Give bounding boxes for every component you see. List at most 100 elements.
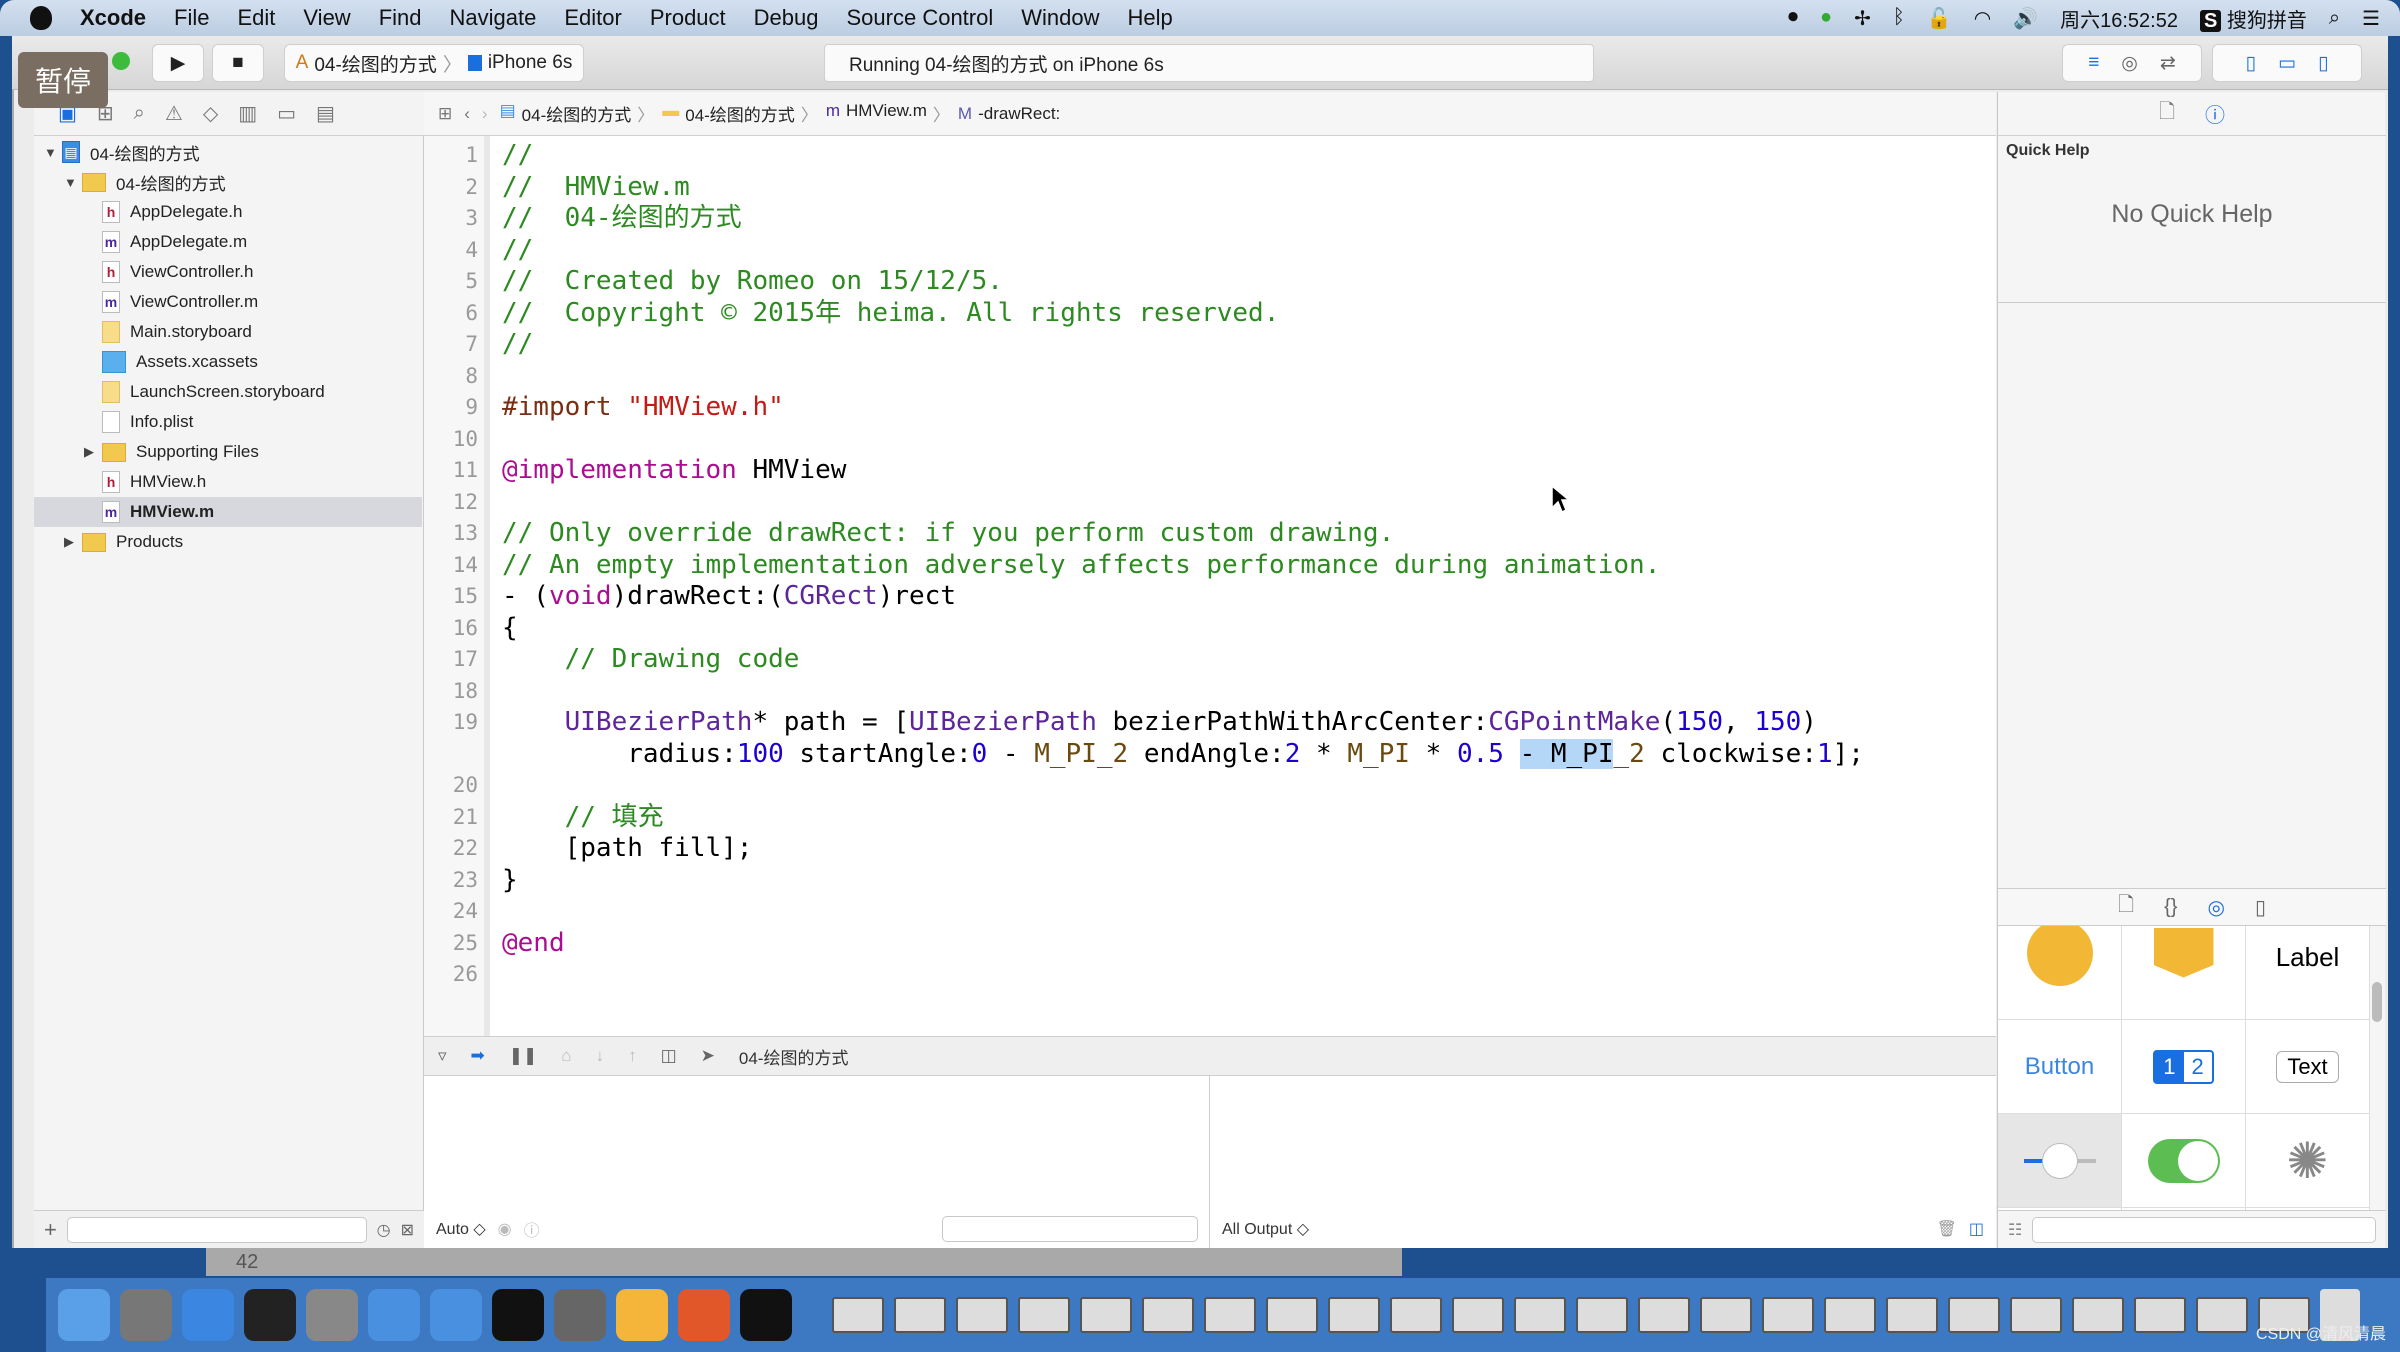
menu-find[interactable]: Find — [365, 5, 436, 31]
menu-edit[interactable]: Edit — [223, 5, 289, 31]
menu-view[interactable]: View — [289, 5, 364, 31]
add-icon[interactable]: + — [44, 1217, 57, 1243]
test-navigator-icon[interactable]: ◇ — [203, 101, 218, 126]
navigator-item[interactable]: Info.plist — [34, 407, 422, 437]
powerpoint-icon[interactable] — [678, 1289, 730, 1341]
minimized-window-thumbnail[interactable] — [1390, 1297, 1442, 1333]
breadcrumb-item[interactable]: M -drawRect: — [958, 104, 1060, 124]
segmented-control-object[interactable]: 12 — [2122, 1020, 2246, 1114]
zoom-window-button[interactable] — [112, 52, 130, 70]
variables-scope-select[interactable]: Auto ◇ — [436, 1219, 486, 1239]
run-button[interactable]: ▶ — [152, 44, 204, 82]
xcode-icon[interactable] — [368, 1289, 420, 1341]
lock-icon[interactable]: 🔓 — [1927, 6, 1952, 31]
menu-window[interactable]: Window — [1007, 5, 1113, 31]
menu-navigate[interactable]: Navigate — [436, 5, 551, 31]
switch-object[interactable] — [2122, 1114, 2246, 1208]
forward-button[interactable]: › — [482, 104, 488, 124]
disclosure-triangle-icon[interactable]: ▶ — [84, 444, 102, 460]
step-out-icon[interactable]: ↑ — [628, 1046, 637, 1066]
minimized-window-thumbnail[interactable] — [1638, 1297, 1690, 1333]
disclosure-triangle-icon[interactable]: ▼ — [64, 175, 82, 190]
simulate-location-icon[interactable]: ➤ — [701, 1046, 715, 1066]
menu-debug[interactable]: Debug — [740, 5, 833, 31]
trash-icon[interactable]: 🗑 — [1937, 1219, 1957, 1239]
navigator-filter-input[interactable] — [66, 1216, 367, 1243]
label-object[interactable]: Label — [2246, 926, 2370, 1020]
finder-icon[interactable] — [58, 1289, 110, 1341]
recent-files-icon[interactable]: ◷ — [377, 1220, 391, 1240]
back-button[interactable]: ‹ — [464, 104, 470, 124]
variables-filter-input[interactable] — [942, 1216, 1198, 1242]
screen-record-icon[interactable]: ⏺ — [1788, 6, 1798, 31]
minimized-window-thumbnail[interactable] — [1824, 1297, 1876, 1333]
console-output-select[interactable]: All Output ◇ — [1222, 1219, 1309, 1239]
quick-help-icon[interactable]: ⓘ — [2205, 99, 2225, 128]
view-debugger-icon[interactable]: ◫ — [661, 1046, 677, 1066]
disclosure-triangle-icon[interactable]: ▶ — [64, 534, 82, 550]
breakpoint-navigator-icon[interactable]: ▭ — [277, 101, 296, 126]
breadcrumb-item[interactable]: m HMView.m 〉 — [826, 101, 950, 126]
minimized-window-thumbnail[interactable] — [1018, 1297, 1070, 1333]
menu-help[interactable]: Help — [1114, 5, 1187, 31]
stop-button[interactable]: ■ — [212, 44, 264, 82]
minimized-window-thumbnail[interactable] — [1080, 1297, 1132, 1333]
clock[interactable]: 周六16:52:52 — [2060, 4, 2178, 33]
minimized-window-thumbnail[interactable] — [1762, 1297, 1814, 1333]
object-library-icon[interactable]: ◎ — [2207, 895, 2224, 920]
breakpoints-toggle-icon[interactable]: ➡ — [471, 1046, 485, 1066]
minimized-window-thumbnail[interactable] — [2134, 1297, 2186, 1333]
library-scrollbar[interactable] — [2372, 982, 2382, 1022]
activity-indicator-object[interactable]: ✺ — [2246, 1114, 2370, 1208]
quick-look-icon[interactable]: ◉ — [498, 1219, 512, 1239]
terminal-icon[interactable] — [492, 1289, 544, 1341]
simulator-icon[interactable] — [430, 1289, 482, 1341]
pause-icon[interactable]: ❚❚ — [509, 1046, 538, 1066]
minimized-window-thumbnail[interactable] — [1700, 1297, 1752, 1333]
menu-app[interactable]: Xcode — [66, 5, 160, 31]
menu-source-control[interactable]: Source Control — [833, 5, 1008, 31]
toggle-navigator-icon[interactable]: ▯ — [2246, 52, 2256, 75]
standard-editor-icon[interactable]: ≡ — [2088, 52, 2099, 74]
file-inspector-icon[interactable]: 🗋 — [2159, 97, 2175, 131]
minimized-window-thumbnail[interactable] — [956, 1297, 1008, 1333]
grid-list-toggle-icon[interactable]: ☷ — [2008, 1220, 2022, 1240]
minimized-window-thumbnail[interactable] — [2010, 1297, 2062, 1333]
navigator-item[interactable]: h ViewController.h — [34, 257, 422, 287]
mouse-app-icon[interactable] — [244, 1289, 296, 1341]
breadcrumb-item[interactable]: ▬ 04-绘图的方式〉 — [662, 101, 818, 126]
menu-editor[interactable]: Editor — [550, 5, 635, 31]
input-method[interactable]: S 搜狗拼音 — [2199, 4, 2307, 33]
photo-slideshow-icon[interactable] — [306, 1289, 358, 1341]
minimized-window-thumbnail[interactable] — [1576, 1297, 1628, 1333]
disclosure-triangle-icon[interactable]: ▼ — [44, 145, 62, 160]
minimized-window-thumbnail[interactable] — [1328, 1297, 1380, 1333]
split-view-icon[interactable]: ◫ — [1969, 1219, 1984, 1239]
sketch-icon[interactable] — [616, 1289, 668, 1341]
minimized-window-thumbnail[interactable] — [1204, 1297, 1256, 1333]
issue-navigator-icon[interactable]: ⚠ — [165, 101, 183, 126]
slider-object[interactable] — [1998, 1114, 2122, 1208]
version-editor-icon[interactable]: ⇄ — [2160, 52, 2176, 75]
volume-icon[interactable]: 🔊 — [2013, 6, 2038, 31]
system-preferences-icon[interactable] — [554, 1289, 606, 1341]
step-over-icon[interactable]: ⌂ — [561, 1046, 571, 1066]
navigator-item[interactable]: Assets.xcassets — [34, 347, 422, 377]
minimized-window-thumbnail[interactable] — [1514, 1297, 1566, 1333]
minimized-window-thumbnail[interactable] — [832, 1297, 884, 1333]
green-app-icon[interactable]: ● — [1820, 6, 1832, 31]
pause-overlay[interactable]: 暂停 — [18, 52, 108, 108]
object-cube[interactable] — [2122, 926, 2246, 1020]
text-field-object[interactable]: Text — [2246, 1020, 2370, 1114]
notification-center-icon[interactable]: ☰ — [2362, 6, 2380, 31]
report-navigator-icon[interactable]: ▤ — [316, 101, 335, 126]
navigator-item[interactable]: m HMView.m — [34, 497, 422, 527]
find-navigator-icon[interactable]: ⌕ — [134, 102, 145, 125]
file-template-icon[interactable]: 🗋 — [2118, 890, 2134, 924]
assistant-editor-icon[interactable]: ◎ — [2121, 52, 2138, 75]
hide-debug-area-icon[interactable]: ▿ — [438, 1046, 447, 1066]
step-into-icon[interactable]: ↓ — [596, 1046, 605, 1066]
navigator-item[interactable]: h AppDelegate.h — [34, 197, 422, 227]
source-editor[interactable]: 1 2 3 4 5 6 7 8 9 10 11 12 13 14 15 16 17 18 19 20 21 22 23 24 2… — [424, 136, 1996, 1036]
navigator-item[interactable]: ▼ 04-绘图的方式 — [34, 167, 422, 197]
